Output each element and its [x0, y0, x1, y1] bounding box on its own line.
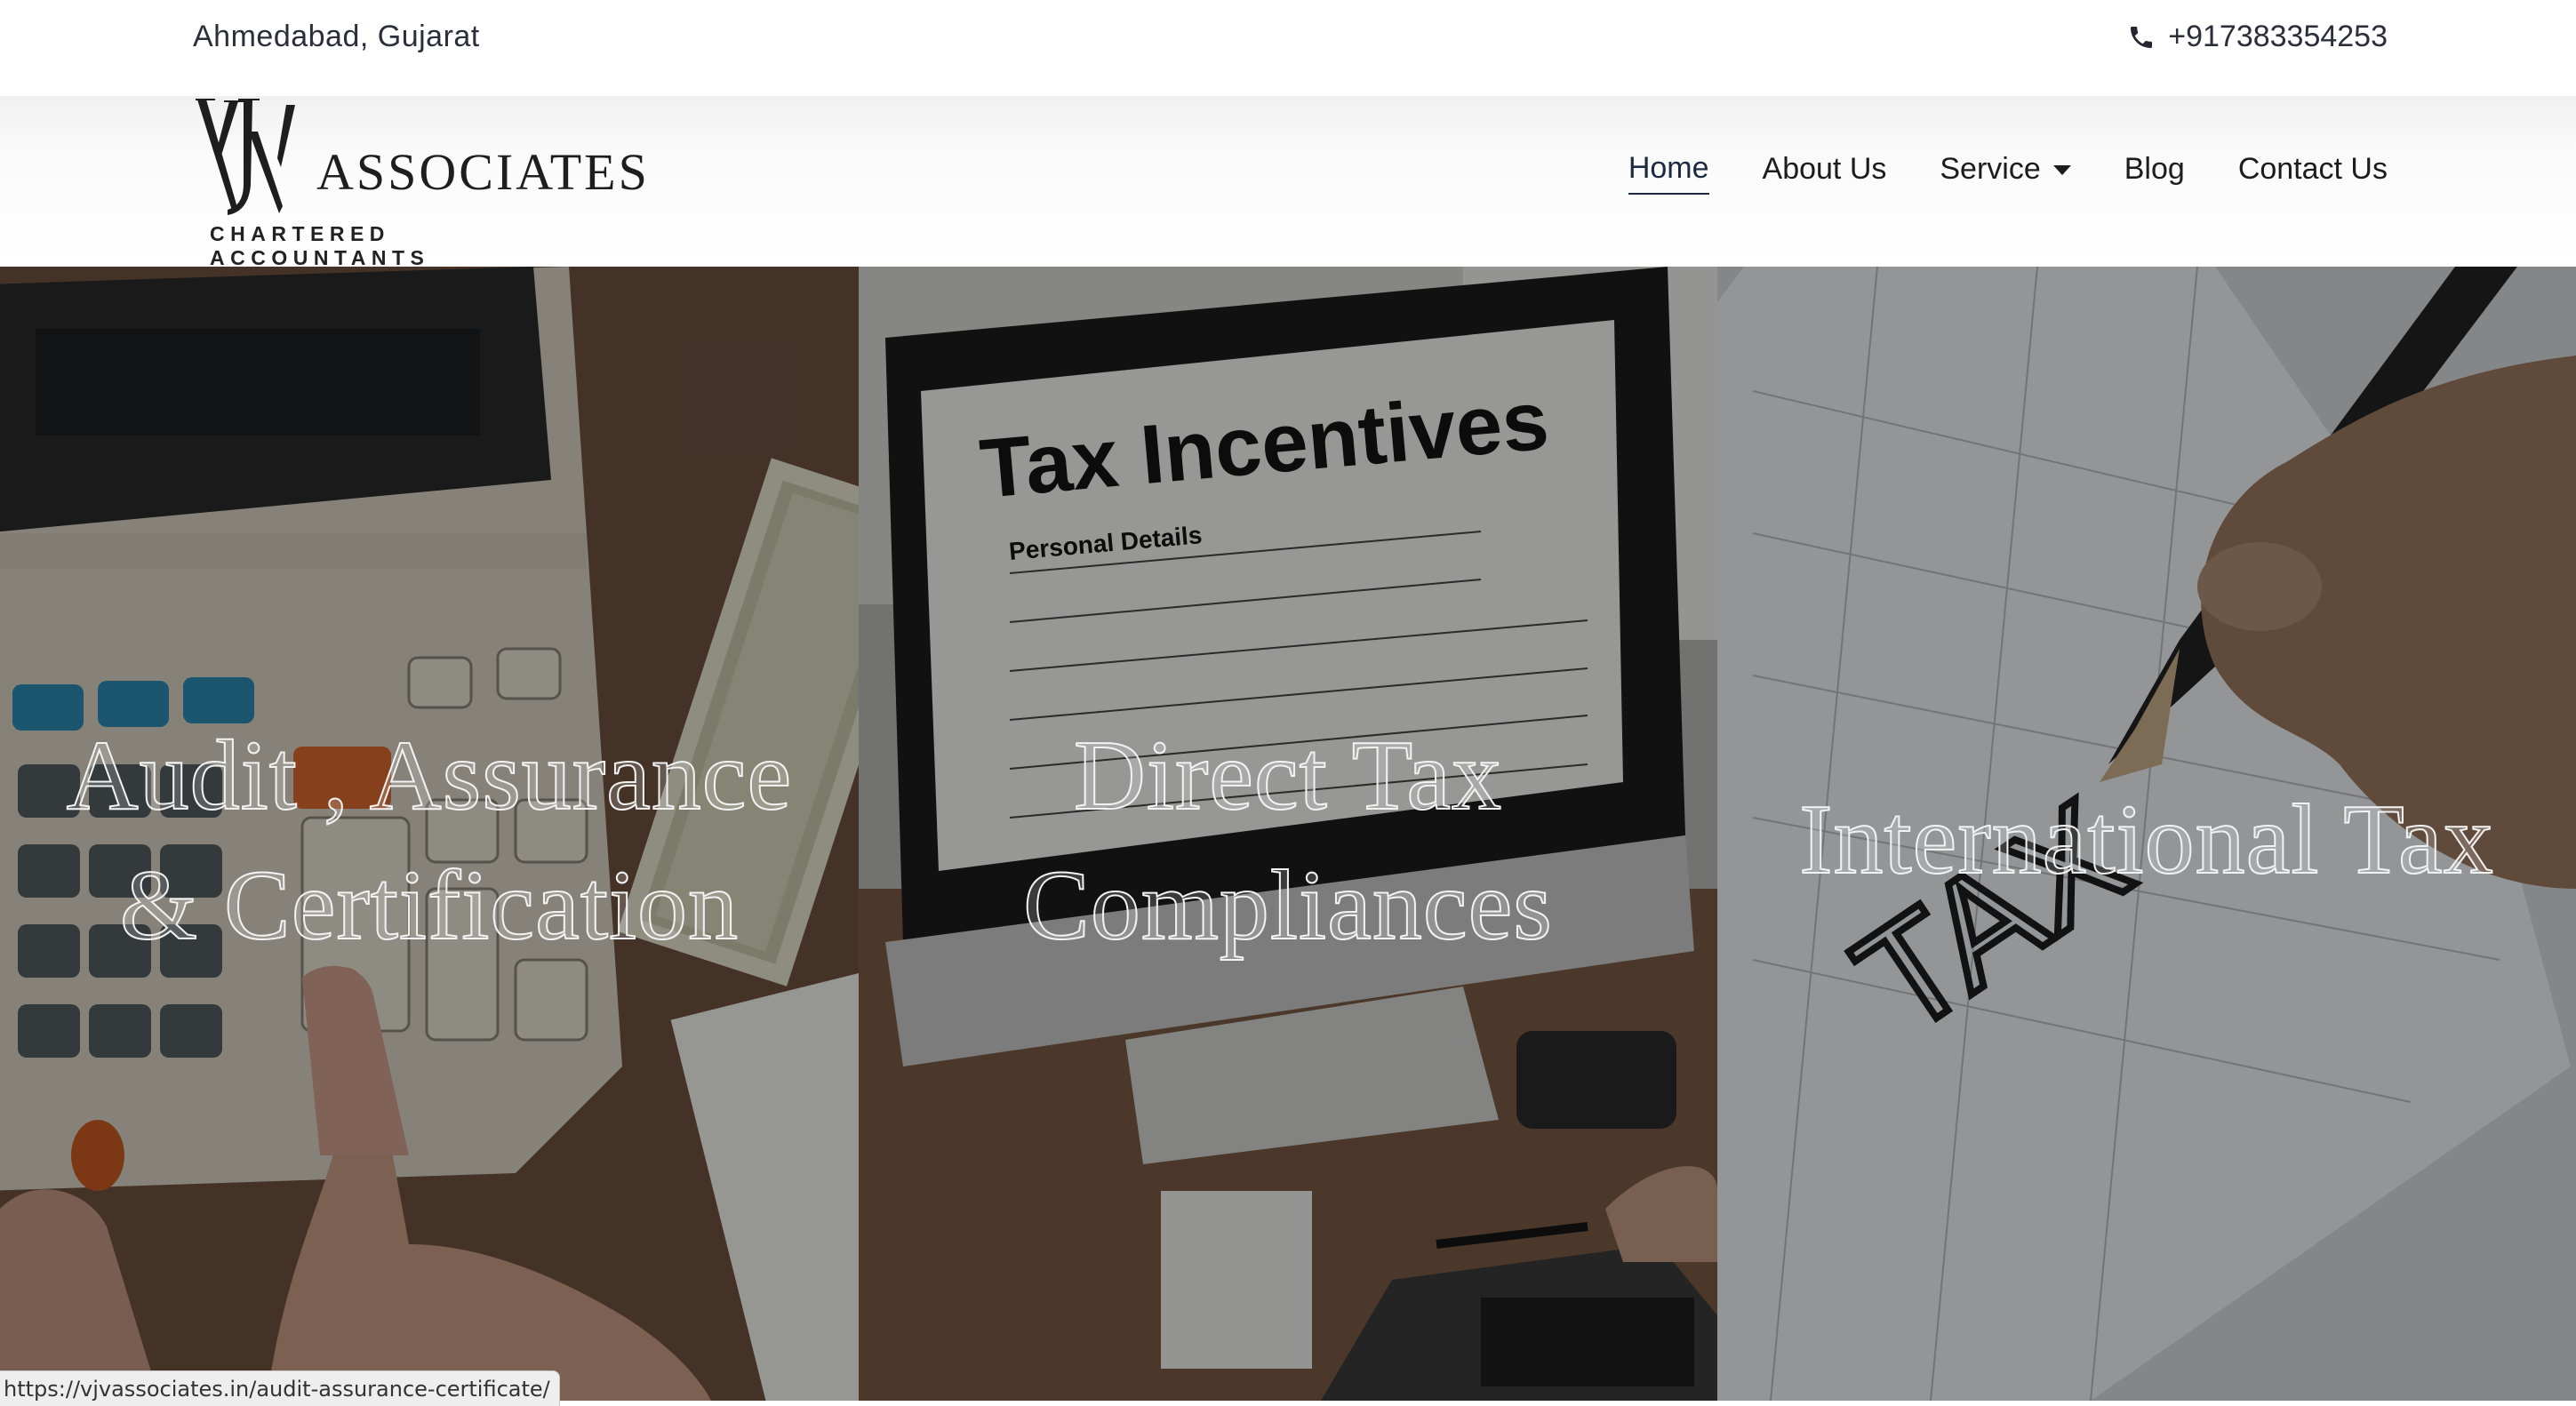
nav-home[interactable]: Home	[1628, 151, 1709, 195]
top-bar: Ahmedabad, Gujarat +917383354253	[0, 0, 2576, 96]
main-navigation: Home About Us Service Blog Contact Us	[1628, 151, 2388, 195]
nav-blog[interactable]: Blog	[2124, 152, 2185, 194]
nav-contact-us[interactable]: Contact Us	[2238, 152, 2388, 194]
site-header: ASSOCIATES CHARTERED ACCOUNTANTS Home Ab…	[0, 96, 2576, 269]
service-title: International Tax	[1717, 775, 2576, 905]
site-logo[interactable]: ASSOCIATES CHARTERED ACCOUNTANTS	[194, 96, 647, 269]
service-title: Direct Tax Compliances	[859, 711, 1717, 971]
service-card-direct-tax[interactable]: Tax Incentives Personal Details Direct T…	[859, 267, 1717, 1401]
logo-wordmark: ASSOCIATES	[316, 143, 650, 201]
service-card-audit[interactable]: Audit , Assurance & Certification	[0, 267, 859, 1401]
service-title-line: Direct Tax	[1073, 720, 1503, 832]
hero-services: Audit , Assurance & Certification Tax In…	[0, 267, 2576, 1406]
location-text: Ahmedabad, Gujarat	[193, 20, 480, 53]
phone-link[interactable]: +917383354253	[2127, 20, 2388, 54]
nav-service[interactable]: Service	[1940, 152, 2071, 194]
service-title-line: Compliances	[1022, 850, 1553, 962]
service-title-line: International Tax	[1798, 784, 2494, 896]
nav-service-label: Service	[1940, 152, 2041, 186]
browser-status-url: https://vjvassociates.in/audit-assurance…	[0, 1370, 560, 1406]
service-title-line: & Certification	[119, 850, 740, 962]
service-title: Audit , Assurance & Certification	[0, 711, 859, 971]
phone-number: +917383354253	[2168, 20, 2388, 53]
logo-tagline: CHARTERED ACCOUNTANTS	[210, 222, 430, 269]
service-card-international-tax[interactable]: TAX International Tax	[1717, 267, 2576, 1401]
chevron-down-icon	[2052, 165, 2071, 175]
nav-about-us[interactable]: About Us	[1763, 152, 1887, 194]
service-title-line: Audit , Assurance	[66, 720, 793, 832]
vj-monogram-logo	[196, 99, 295, 215]
phone-icon	[2131, 26, 2153, 48]
